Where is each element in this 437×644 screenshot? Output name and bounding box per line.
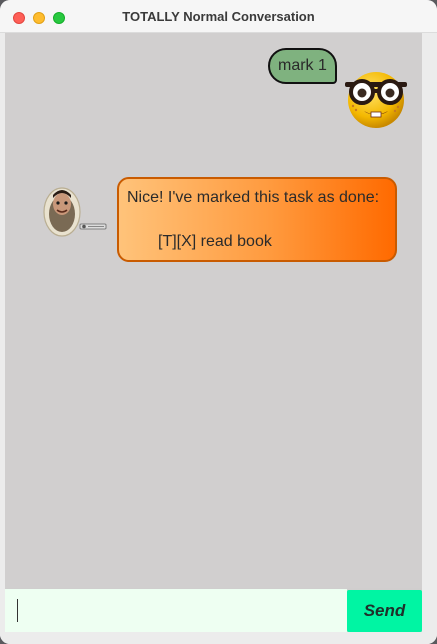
window-title: TOTALLY Normal Conversation bbox=[122, 9, 315, 24]
bot-task-line: [T][X] read book bbox=[158, 233, 272, 250]
bot-message-line: Nice! I've marked this task as done: bbox=[127, 189, 380, 206]
user-message-text: mark 1 bbox=[278, 57, 327, 74]
toilet-head-avatar bbox=[43, 187, 107, 237]
text-caret bbox=[17, 599, 18, 622]
user-message-bubble: mark 1 bbox=[268, 48, 337, 84]
bottom-border bbox=[0, 632, 437, 644]
bot-message-bubble: Nice! I've marked this task as done: [T]… bbox=[117, 177, 397, 262]
message-input-container bbox=[5, 589, 347, 632]
title-bar: TOTALLY Normal Conversation bbox=[0, 0, 437, 33]
scrollbar-track[interactable] bbox=[422, 33, 437, 644]
send-button[interactable]: Send bbox=[347, 590, 422, 632]
app-window: TOTALLY Normal Conversation mark 1 Nice!… bbox=[0, 0, 437, 644]
nerd-emoji-avatar bbox=[345, 72, 407, 128]
message-input[interactable] bbox=[5, 589, 347, 632]
